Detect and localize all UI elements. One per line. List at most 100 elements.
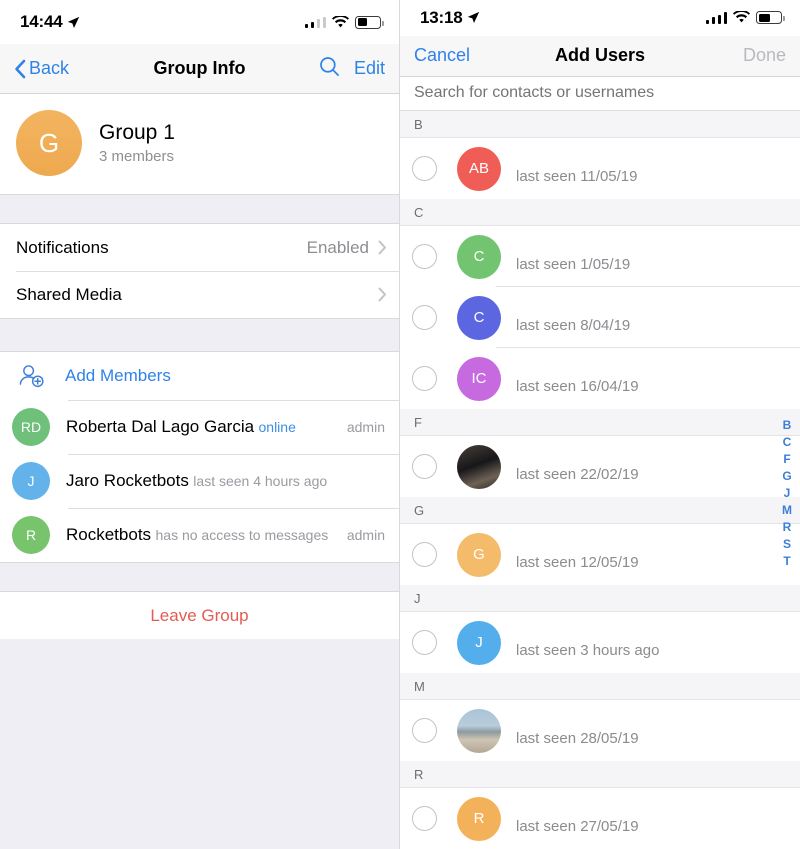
settings-row-shared-media[interactable]: Shared Media	[0, 271, 399, 318]
contact-checkbox[interactable]	[412, 806, 437, 831]
member-text: Roberta Dal Lago Garcia online	[66, 417, 296, 437]
dual-screenshot: 14:44 Back Group Info Edit G Group 1 3 m…	[0, 0, 800, 849]
member-status: online	[258, 419, 296, 435]
contact-row[interactable]: J last seen 3 hours ago	[400, 612, 800, 673]
member-row[interactable]: RD Roberta Dal Lago Garcia online admin	[0, 400, 399, 454]
contact-checkbox[interactable]	[412, 630, 437, 655]
avatar-photo	[457, 444, 501, 489]
member-row[interactable]: R Rocketbots has no access to messages a…	[0, 508, 399, 562]
add-members-button[interactable]: Add Members	[0, 352, 399, 400]
status-bar-time: 14:44	[20, 12, 63, 31]
search-input[interactable]	[414, 84, 786, 103]
contact-checkbox[interactable]	[412, 366, 437, 391]
index-letter[interactable]: B	[783, 418, 792, 432]
member-status: last seen 4 hours ago	[193, 473, 328, 489]
cancel-button[interactable]: Cancel	[414, 45, 470, 66]
section-header-j: J	[400, 585, 800, 612]
search-icon	[320, 56, 339, 76]
settings-row-notifications[interactable]: Notifications Enabled	[0, 224, 399, 271]
contact-status: last seen 16/04/19	[516, 378, 639, 395]
chevron-right-icon	[378, 240, 386, 255]
avatar: J	[457, 620, 501, 665]
settings-row-label: Notifications	[16, 237, 109, 257]
leave-group-button[interactable]: Leave Group	[0, 592, 399, 639]
signal-bars-icon	[304, 16, 326, 28]
signal-bars-icon	[705, 12, 727, 24]
done-button[interactable]: Done	[743, 45, 786, 66]
wifi-icon	[332, 15, 349, 27]
avatar: R	[12, 516, 50, 554]
section-header-c: C	[400, 199, 800, 226]
group-info-screen: 14:44 Back Group Info Edit G Group 1 3 m…	[0, 0, 400, 849]
index-letter[interactable]: M	[782, 503, 792, 517]
contact-row[interactable]: C last seen 8/04/19	[400, 287, 800, 348]
chevron-left-icon	[15, 59, 26, 78]
index-letter[interactable]: T	[783, 554, 790, 568]
status-bar-time-group: 13:18	[420, 8, 480, 28]
contact-checkbox[interactable]	[412, 542, 437, 567]
contact-checkbox[interactable]	[412, 305, 437, 330]
member-text: Rocketbots has no access to messages	[66, 525, 328, 545]
contact-checkbox[interactable]	[412, 718, 437, 743]
leave-group-label: Leave Group	[150, 605, 249, 625]
wifi-icon	[733, 11, 750, 23]
contact-status: last seen 28/05/19	[516, 730, 639, 747]
status-bar-time: 13:18	[420, 7, 463, 27]
add-members-label: Add Members	[65, 366, 171, 385]
contact-status: last seen 11/05/19	[516, 168, 638, 185]
back-button[interactable]: Back	[14, 58, 69, 79]
contact-row[interactable]: AB last seen 11/05/19	[400, 138, 800, 199]
member-row[interactable]: J Jaro Rocketbots last seen 4 hours ago	[0, 454, 399, 508]
edit-button[interactable]: Edit	[354, 58, 385, 79]
index-letter[interactable]: R	[783, 520, 792, 534]
contact-row[interactable]: IC last seen 16/04/19	[400, 348, 800, 409]
group-header[interactable]: G Group 1 3 members	[0, 94, 399, 194]
contact-checkbox[interactable]	[412, 244, 437, 269]
member-name: Roberta Dal Lago Garcia	[66, 417, 255, 436]
index-letter[interactable]: S	[783, 537, 791, 551]
location-arrow-icon	[468, 12, 480, 24]
avatar: C	[457, 234, 501, 279]
index-letter[interactable]: G	[782, 469, 791, 483]
contact-list: B AB last seen 11/05/19 C C last seen 1/…	[400, 111, 800, 849]
members-list: Add Members RD Roberta Dal Lago Garcia o…	[0, 352, 399, 562]
section-header-r: R	[400, 761, 800, 788]
battery-icon	[756, 11, 785, 25]
section-gap	[0, 194, 399, 224]
section-header-f: F	[400, 409, 800, 436]
section-gap	[0, 318, 399, 352]
index-letter[interactable]: F	[783, 452, 790, 466]
location-arrow-icon	[68, 16, 80, 28]
member-text: Jaro Rocketbots last seen 4 hours ago	[66, 471, 327, 491]
back-label: Back	[29, 58, 70, 78]
contact-checkbox[interactable]	[412, 156, 437, 181]
search-button[interactable]	[319, 56, 340, 82]
contact-row[interactable]: last seen 22/02/19	[400, 436, 800, 497]
index-letter[interactable]: C	[783, 435, 792, 449]
settings-list: Notifications Enabled Shared Media	[0, 224, 399, 318]
avatar: J	[12, 462, 50, 500]
member-name: Jaro Rocketbots	[66, 471, 189, 490]
alphabet-index-rail[interactable]: B C F G J M R S T	[780, 418, 794, 568]
cancel-label: Cancel	[414, 45, 471, 66]
member-name: Rocketbots	[66, 525, 152, 544]
contact-status: last seen 8/04/19	[516, 317, 631, 334]
navbar-actions-right: Done	[743, 45, 786, 66]
contact-row[interactable]: G last seen 12/05/19	[400, 524, 800, 585]
group-name: Group 1	[99, 121, 175, 144]
avatar-photo	[457, 708, 501, 753]
avatar: G	[457, 532, 501, 577]
avatar: RD	[12, 408, 50, 446]
group-avatar: G	[16, 110, 82, 176]
notifications-value: Enabled	[306, 237, 369, 257]
search-bar[interactable]	[400, 76, 800, 111]
index-letter[interactable]: J	[784, 486, 791, 500]
contact-checkbox[interactable]	[412, 454, 437, 479]
member-admin-badge: admin	[346, 527, 385, 543]
contact-row[interactable]: last seen 28/05/19	[400, 700, 800, 761]
contact-row[interactable]: R last seen 27/05/19	[400, 788, 800, 849]
status-bar-indicators-left	[304, 15, 384, 29]
contact-row[interactable]: C last seen 1/05/19	[400, 226, 800, 287]
status-bar-time-group: 14:44	[20, 12, 80, 32]
member-status: has no access to messages	[155, 527, 329, 543]
